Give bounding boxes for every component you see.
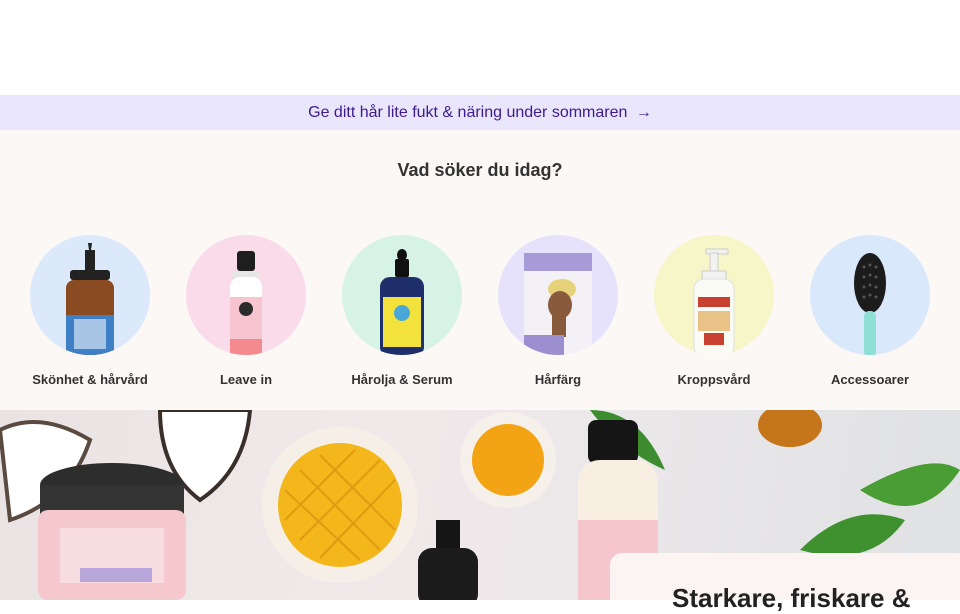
header-area <box>0 0 960 95</box>
category-image <box>186 235 306 355</box>
arrow-right-icon: → <box>635 103 652 121</box>
leave-in-bottle-icon <box>230 251 262 355</box>
category-image <box>810 235 930 355</box>
oil-dropper-icon <box>380 249 424 355</box>
category-image <box>30 235 150 355</box>
mango-icon <box>278 443 402 567</box>
category-item-beauty-haircare[interactable]: Skönhet & hårvård <box>12 235 168 387</box>
category-item-hair-oil-serum[interactable]: Hårolja & Serum <box>324 235 480 387</box>
leaf-icon <box>800 514 905 556</box>
category-list: Skönhet & hårvård Leave in Hårolja & Ser… <box>0 205 960 387</box>
category-label: Hårolja & Serum <box>351 372 453 387</box>
category-item-body-care[interactable]: Kroppsvård <box>636 235 792 387</box>
category-label: Leave in <box>219 372 273 387</box>
leaf-icon <box>860 463 960 506</box>
category-image <box>342 235 462 355</box>
lotion-bottle-icon <box>588 420 638 464</box>
category-image <box>654 235 774 355</box>
category-label: Kroppsvård <box>677 372 751 387</box>
category-section: Vad söker du idag? Skönhet & hårvård Lea… <box>0 130 960 410</box>
hair-dye-box-icon <box>524 253 592 355</box>
category-label: Hårfärg <box>534 372 582 387</box>
category-heading: Vad söker du idag? <box>397 160 563 180</box>
promo-link[interactable]: Ge ditt hår lite fukt & näring under som… <box>308 104 652 122</box>
category-item-hair-color[interactable]: Hårfärg <box>480 235 636 387</box>
shampoo-bottle-icon <box>66 243 114 355</box>
hero-banner <box>0 410 960 600</box>
promo-text: Ge ditt hår lite fukt & näring under som… <box>308 103 628 121</box>
category-label: Skönhet & hårvård <box>32 372 148 387</box>
category-item-leave-in[interactable]: Leave in <box>168 235 324 387</box>
lotion-pump-icon <box>693 248 735 355</box>
category-label: Accessoarer <box>830 372 910 387</box>
dropper-bottle-icon <box>436 520 460 550</box>
hero-title: Starkare, friskare & <box>672 583 911 613</box>
hairbrush-icon <box>854 253 886 355</box>
category-image <box>498 235 618 355</box>
category-item-accessories[interactable]: Accessoarer <box>792 235 948 387</box>
promo-bar: Ge ditt hår lite fukt & näring under som… <box>0 95 960 130</box>
honey-dipper-icon <box>758 410 822 447</box>
